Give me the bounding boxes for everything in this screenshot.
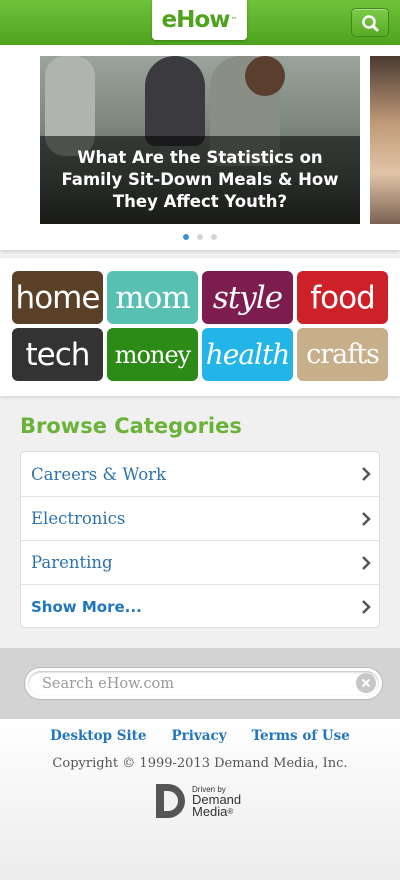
category-item-careers[interactable]: Careers & Work xyxy=(21,452,379,496)
demand-media-d-icon xyxy=(156,784,185,818)
logo-trademark: ™ xyxy=(230,16,238,24)
chevron-right-icon xyxy=(362,556,371,570)
search-field-container xyxy=(25,668,382,699)
category-label: Careers & Work xyxy=(31,464,167,484)
category-item-electronics[interactable]: Electronics xyxy=(21,496,379,540)
category-item-parenting[interactable]: Parenting xyxy=(21,540,379,584)
tile-money[interactable]: money xyxy=(107,328,198,381)
tile-style-label: style xyxy=(212,279,283,316)
top-header-bar: eHow ™ xyxy=(0,0,400,45)
slide-caption-text: What Are the Statistics on Family Sit-Do… xyxy=(61,148,339,211)
tile-money-label: money xyxy=(114,340,191,369)
tile-home[interactable]: home xyxy=(12,271,103,324)
slide-caption: What Are the Statistics on Family Sit-Do… xyxy=(40,136,360,224)
registered-mark: ® xyxy=(227,807,234,816)
chevron-right-icon xyxy=(362,600,371,614)
demand-media-logo[interactable]: Driven by Demand Media® xyxy=(154,782,249,822)
tile-style[interactable]: style xyxy=(202,271,293,324)
logo-text: eHow xyxy=(161,7,231,33)
search-icon xyxy=(362,15,379,32)
ehow-logo[interactable]: eHow ™ xyxy=(152,0,247,40)
category-label: Parenting xyxy=(31,553,113,572)
tile-tech-label: tech xyxy=(25,336,91,373)
media-text: Media® xyxy=(192,804,241,819)
tile-home-label: home xyxy=(15,279,101,316)
search-input[interactable] xyxy=(42,673,342,695)
desktop-site-link[interactable]: Desktop Site xyxy=(50,728,146,744)
carousel-dots xyxy=(0,234,400,240)
browse-categories-heading: Browse Categories xyxy=(20,414,242,438)
category-list: Careers & Work Electronics Parenting Sho… xyxy=(20,451,380,628)
carousel-dot-2[interactable] xyxy=(197,234,203,240)
tile-health[interactable]: health xyxy=(202,328,293,381)
carousel-next-slide-peek[interactable] xyxy=(370,56,400,224)
show-more-categories[interactable]: Show More... xyxy=(21,584,379,628)
tile-crafts-label: crafts xyxy=(306,339,380,370)
privacy-link[interactable]: Privacy xyxy=(172,728,227,744)
clear-icon xyxy=(361,678,371,688)
tile-crafts[interactable]: crafts xyxy=(297,328,388,381)
carousel-dot-1[interactable] xyxy=(183,234,189,240)
footer-links: Desktop Site Privacy Terms of Use xyxy=(0,728,400,744)
carousel-dot-3[interactable] xyxy=(211,234,217,240)
chevron-right-icon xyxy=(362,467,371,481)
clear-search-button[interactable] xyxy=(356,673,376,693)
tile-tech[interactable]: tech xyxy=(12,328,103,381)
search-bar-section xyxy=(0,648,400,719)
terms-of-use-link[interactable]: Terms of Use xyxy=(252,728,350,744)
search-button[interactable] xyxy=(351,8,389,37)
chevron-right-icon xyxy=(362,512,371,526)
tile-mom-label: mom xyxy=(115,279,190,316)
page-footer: Desktop Site Privacy Terms of Use Copyri… xyxy=(0,719,400,880)
media-word: Media xyxy=(192,804,228,819)
tile-mom[interactable]: mom xyxy=(107,271,198,324)
photo-figure xyxy=(145,56,205,146)
copyright-text: Copyright © 1999-2013 Demand Media, Inc. xyxy=(52,756,348,771)
demand-media-wordmark: Driven by Demand Media® xyxy=(192,786,241,819)
category-label: Electronics xyxy=(31,509,126,528)
channel-tiles: home mom style food tech money health cr… xyxy=(0,258,400,396)
tile-food-label: food xyxy=(310,279,376,316)
featured-carousel: What Are the Statistics on Family Sit-Do… xyxy=(0,45,400,250)
carousel-slide[interactable]: What Are the Statistics on Family Sit-Do… xyxy=(40,56,360,224)
photo-figure xyxy=(245,56,285,96)
tile-food[interactable]: food xyxy=(297,271,388,324)
show-more-label: Show More... xyxy=(31,597,142,616)
tile-health-label: health xyxy=(205,338,291,371)
